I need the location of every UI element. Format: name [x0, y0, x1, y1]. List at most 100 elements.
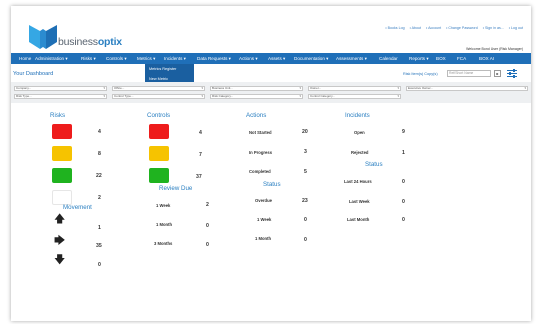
- chevron-down-icon: ▾: [397, 94, 399, 98]
- movement-down-count[interactable]: 0: [98, 262, 101, 268]
- nav-fca[interactable]: FCA: [457, 56, 466, 61]
- movement-heading: Movement: [63, 204, 92, 211]
- incident-last-week-label: Last Week: [349, 199, 370, 204]
- incident-last-24h-count[interactable]: 0: [402, 179, 405, 185]
- review-3-months-count[interactable]: 0: [206, 242, 209, 248]
- nav-risks[interactable]: Risks ▾: [81, 56, 96, 62]
- review-1-month-label: 1 Month: [156, 222, 173, 227]
- office-select[interactable]: Office... ▾: [112, 86, 205, 91]
- control-green-count[interactable]: 37: [196, 174, 202, 180]
- control-red-count[interactable]: 4: [199, 130, 202, 136]
- risk-item-label: Risk Item(s) Copy(s): [403, 72, 438, 76]
- nav-administration[interactable]: Administration ▾: [35, 56, 68, 62]
- actions-in-progress-label: In Progress: [249, 150, 273, 155]
- actions-completed-count[interactable]: 5: [304, 169, 307, 175]
- review-1-month-count[interactable]: 0: [206, 223, 209, 229]
- actions-not-started-count[interactable]: 20: [302, 129, 308, 135]
- sign-in-as-link[interactable]: • Sign in as...: [483, 26, 504, 30]
- risk-amber-box[interactable]: [52, 146, 72, 161]
- arrow-right-icon: 🡆: [54, 235, 66, 247]
- logo-wordmark: businessoptix: [58, 36, 122, 48]
- status-overdue-label: Overdue: [255, 198, 272, 203]
- review-due-heading: Review Due: [159, 185, 193, 192]
- action-status-heading: Status: [263, 181, 281, 188]
- nav-reports[interactable]: Reports ▾: [409, 56, 429, 62]
- nav-actions[interactable]: Actions ▾: [239, 56, 258, 62]
- status-1-month-count[interactable]: 0: [304, 237, 307, 243]
- nav-home[interactable]: Home: [19, 56, 31, 61]
- welcome-text: Welcome Bond User (Risk Manager): [466, 47, 523, 51]
- incident-last-24h-label: Last 24 Hours: [344, 179, 372, 184]
- risk-red-count[interactable]: 4: [98, 129, 101, 135]
- incident-last-week-count[interactable]: 0: [402, 199, 405, 205]
- nav-metrics[interactable]: Metrics ▾: [137, 56, 155, 62]
- nav-data-requests[interactable]: Data Requests ▾: [197, 56, 231, 62]
- chevron-down-icon: ▾: [524, 86, 526, 90]
- status-1-month-label: 1 Month: [255, 236, 272, 241]
- account-link[interactable]: • Account: [426, 26, 441, 30]
- about-link[interactable]: • About: [410, 26, 421, 30]
- nav-box[interactable]: BOX: [436, 56, 446, 61]
- go-button[interactable]: ▸: [494, 70, 501, 77]
- control-category-select[interactable]: Control Category... ▾: [308, 94, 401, 99]
- incidents-rejected-count[interactable]: 1: [402, 150, 405, 156]
- risk-item-search-input[interactable]: Ref/Short Name: [447, 70, 491, 77]
- status-overdue-count[interactable]: 23: [302, 198, 308, 204]
- arrow-up-icon: 🡅: [54, 213, 66, 225]
- chevron-down-icon: ▾: [201, 94, 203, 98]
- risk-green-count[interactable]: 22: [96, 173, 102, 179]
- incidents-open-count[interactable]: 9: [402, 129, 405, 135]
- risk-green-box[interactable]: [52, 168, 72, 183]
- chevron-down-icon: ▾: [397, 86, 399, 90]
- nav-assessments[interactable]: Assessments ▾: [336, 56, 367, 62]
- filter-sliders-icon[interactable]: [507, 69, 517, 78]
- status-1-week-label: 1 Week: [257, 217, 272, 222]
- review-1-week-label: 1 Week: [156, 203, 171, 208]
- incident-last-month-label: Last Month: [347, 217, 370, 222]
- risk-white-count[interactable]: 2: [98, 195, 101, 201]
- review-1-week-count[interactable]: 2: [206, 202, 209, 208]
- executive-owner-select[interactable]: Executive Owner... ▾: [406, 86, 528, 91]
- page-title: Your Dashboard: [13, 71, 54, 77]
- movement-up-count[interactable]: 1: [98, 225, 101, 231]
- app-window: businessoptix • Books Log • About • Acco…: [11, 6, 531, 321]
- chevron-down-icon: ▾: [103, 94, 105, 98]
- nav-incidents[interactable]: Incidents ▾: [164, 56, 186, 62]
- company-select[interactable]: Company... ▾: [14, 86, 107, 91]
- risk-red-box[interactable]: [52, 124, 72, 139]
- arrow-down-icon: 🡇: [54, 254, 66, 266]
- control-type-select[interactable]: Control Type... ▾: [112, 94, 205, 99]
- nav-controls[interactable]: Controls ▾: [106, 56, 127, 62]
- logout-link[interactable]: • Log out: [509, 26, 523, 30]
- actions-heading: Actions: [246, 112, 267, 119]
- incident-last-month-count[interactable]: 0: [402, 217, 405, 223]
- control-amber-count[interactable]: 7: [199, 152, 202, 158]
- risk-type-select[interactable]: Risk Type... ▾: [14, 94, 107, 99]
- business-unit-select[interactable]: Business Unit... ▾: [210, 86, 303, 91]
- books-log-link[interactable]: • Books Log: [385, 26, 404, 30]
- control-green-box[interactable]: [149, 168, 169, 183]
- change-password-link[interactable]: • Change Password: [446, 26, 478, 30]
- control-amber-box[interactable]: [149, 146, 169, 161]
- movement-same-count[interactable]: 35: [96, 243, 102, 249]
- control-red-box[interactable]: [149, 124, 169, 139]
- nav-assets[interactable]: Assets ▾: [268, 56, 285, 62]
- menu-item-metrics-register[interactable]: Metrics Register: [145, 64, 194, 74]
- top-links: • Books Log • About • Account • Change P…: [381, 26, 523, 30]
- risk-category-select[interactable]: Risk Category... ▾: [210, 94, 303, 99]
- nav-calendar[interactable]: Calendar: [379, 56, 398, 61]
- actions-not-started-label: Not Started: [249, 130, 272, 135]
- owner-select[interactable]: Owner... ▾: [308, 86, 401, 91]
- actions-completed-label: Completed: [249, 169, 271, 174]
- status-1-week-count[interactable]: 0: [304, 217, 307, 223]
- review-3-months-label: 3 Months: [154, 241, 173, 246]
- businessoptix-logo: [29, 25, 57, 49]
- chevron-down-icon: ▾: [299, 94, 301, 98]
- incident-status-heading: Status: [365, 161, 383, 168]
- risk-amber-count[interactable]: 8: [98, 151, 101, 157]
- nav-box-ai[interactable]: BOX AI: [479, 56, 494, 61]
- nav-documentation[interactable]: Documentation ▾: [294, 56, 328, 62]
- risk-white-box[interactable]: [52, 190, 72, 205]
- controls-heading: Controls: [147, 112, 171, 119]
- actions-in-progress-count[interactable]: 3: [304, 149, 307, 155]
